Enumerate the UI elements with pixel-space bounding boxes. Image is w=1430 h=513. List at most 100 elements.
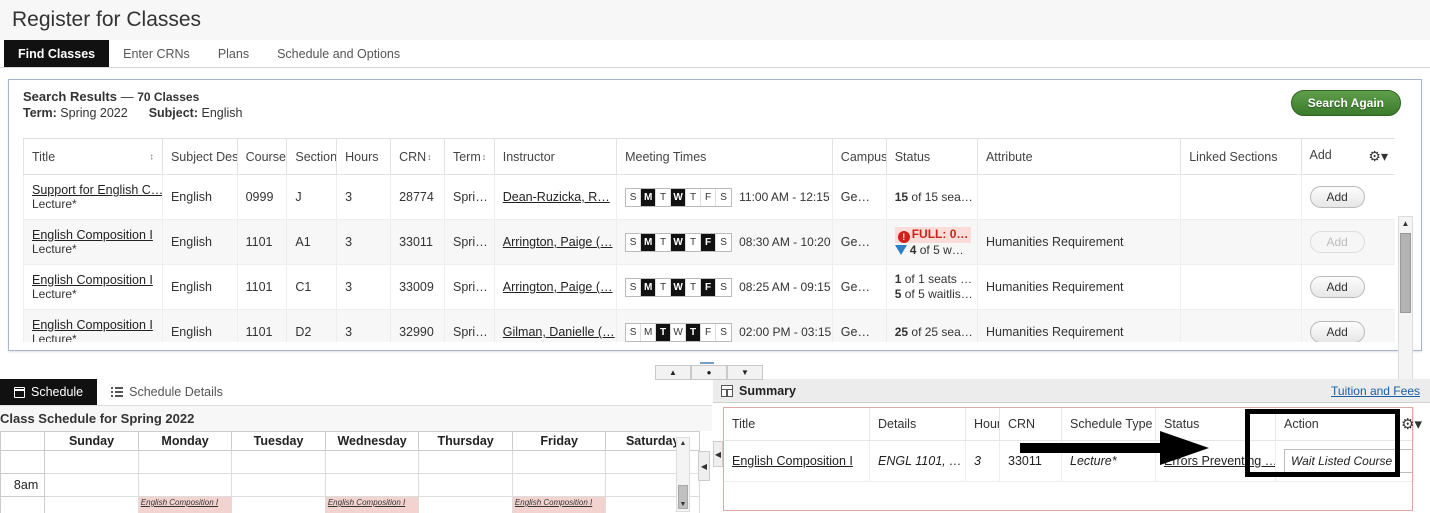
col-linked-sections[interactable]: Linked Sections xyxy=(1180,138,1302,175)
splitter-restore-button[interactable]: ● xyxy=(691,365,727,380)
schedule-empty-cell xyxy=(44,496,139,513)
add-button[interactable]: Add xyxy=(1309,186,1365,208)
cell-course-number: 1101 xyxy=(236,309,288,342)
col-status[interactable]: Status xyxy=(885,138,978,175)
schedule-event-cell[interactable]: English Composition I xyxy=(511,496,607,513)
tuition-and-fees-link[interactable]: Tuition and Fees xyxy=(1331,384,1420,398)
cell-subject: English xyxy=(161,309,238,342)
splitter-collapse-up-button[interactable]: ▲ xyxy=(655,365,691,380)
col-instructor[interactable]: Instructor xyxy=(493,138,618,175)
col-campus[interactable]: Campus xyxy=(831,138,887,175)
instructor-link[interactable]: Dean-Ruzicka, R… xyxy=(503,190,610,204)
gear-icon[interactable]: ⚙▾ xyxy=(1368,148,1388,165)
schedule-event-cell[interactable]: English Composition I xyxy=(137,496,233,513)
cell-term: Spri… xyxy=(443,219,495,265)
scroll-up-icon[interactable]: ▲ xyxy=(1399,217,1412,231)
day-3: W xyxy=(671,278,687,296)
tab-schedule-and-options[interactable]: Schedule and Options xyxy=(263,40,414,67)
schedule-collapse-handle[interactable]: ◀ xyxy=(698,451,710,481)
cell-title: English Composition I Lecture* xyxy=(23,264,163,310)
col-meeting-times-label: Meeting Times xyxy=(625,149,707,164)
meeting-days: SMTWTFS xyxy=(625,232,733,252)
schedule-event-label[interactable]: English Composition I xyxy=(139,497,232,508)
schedule-scroll-up-icon[interactable]: ▲ xyxy=(677,438,689,450)
col-hours[interactable]: Hours xyxy=(336,138,392,175)
col-subject-descr[interactable]: Subject Descr▼ xyxy=(161,138,238,175)
summary-col-details[interactable]: Details xyxy=(869,407,966,441)
summary-cell-hours: 3 xyxy=(965,440,1000,482)
schedule-event-label[interactable]: English Composition I xyxy=(513,497,606,508)
course-title-link[interactable]: Support for English C… xyxy=(32,183,161,197)
summary-collapse-handle[interactable]: ◀ xyxy=(713,441,723,467)
col-course-number-label: Course N xyxy=(245,149,286,164)
col-section[interactable]: Section▲ xyxy=(286,138,338,175)
corner-cell xyxy=(0,431,46,451)
course-title-link[interactable]: English Composition I xyxy=(32,228,153,242)
cell-linked-sections xyxy=(1180,264,1302,310)
col-crn[interactable]: CRN↕ xyxy=(390,138,445,175)
schedule-day-header-tuesday: Tuesday xyxy=(231,431,326,451)
action-select[interactable]: Wait Listed Course▼ xyxy=(1284,449,1413,473)
summary-col-title[interactable]: Title xyxy=(723,407,870,441)
cell-add[interactable]: Add xyxy=(1300,309,1395,342)
summary-col-action[interactable]: Action xyxy=(1275,407,1414,441)
add-button[interactable]: Add xyxy=(1309,321,1365,342)
instructor-link[interactable]: Arrington, Paige (… xyxy=(503,280,613,294)
col-add[interactable]: Add ⚙▾ xyxy=(1300,138,1395,175)
day-1: M xyxy=(641,323,657,341)
schedule-empty-cell xyxy=(231,496,326,513)
add-button[interactable]: Add xyxy=(1309,276,1365,298)
schedule-event-cell[interactable]: English Composition I xyxy=(324,496,420,513)
tab-schedule[interactable]: Schedule xyxy=(0,379,98,405)
cell-course-number: 0999 xyxy=(236,174,288,220)
sort-icon-title[interactable]: ↕ xyxy=(149,152,154,161)
instructor-link[interactable]: Gilman, Danielle (… xyxy=(503,325,615,339)
day-4: T xyxy=(686,233,702,251)
course-title-link[interactable]: English Composition I xyxy=(32,273,153,287)
cell-title: English Composition I Lecture* xyxy=(23,309,163,342)
tab-find-classes[interactable]: Find Classes xyxy=(4,40,110,67)
col-attribute[interactable]: Attribute xyxy=(976,138,1182,175)
col-course-number[interactable]: Course N▲ xyxy=(236,138,288,175)
col-term[interactable]: Term↕ xyxy=(443,138,495,175)
cell-add[interactable]: Add xyxy=(1300,174,1395,220)
tab-plans[interactable]: Plans xyxy=(204,40,263,67)
col-title[interactable]: Title ↕ xyxy=(23,138,163,175)
splitter-collapse-down-button[interactable]: ▼ xyxy=(727,365,763,380)
cell-section: D2 xyxy=(286,309,338,342)
sort-icon-crn[interactable]: ↕ xyxy=(427,152,432,162)
cell-add[interactable]: Add xyxy=(1300,219,1395,265)
col-term-label: Term xyxy=(452,149,481,164)
status-badge-full: ! FULL: 0… xyxy=(894,226,972,243)
scroll-thumb[interactable] xyxy=(1400,233,1411,313)
schedule-vertical-scrollbar[interactable]: ▲ ▼ xyxy=(676,437,690,512)
tab-schedule-details[interactable]: Schedule Details xyxy=(97,379,237,405)
schedule-empty-cell xyxy=(231,450,326,474)
summary-title: Summary xyxy=(739,383,796,398)
summary-gear-icon[interactable]: ⚙▾ xyxy=(1401,415,1422,433)
schedule-event-label[interactable]: English Composition I xyxy=(326,497,419,508)
day-0: S xyxy=(626,188,642,206)
meeting-days: SMTWTFS xyxy=(625,322,733,342)
heading-dash: — xyxy=(120,89,134,104)
col-meeting-times[interactable]: Meeting Times xyxy=(616,138,833,175)
summary-col-hours[interactable]: Hours xyxy=(965,407,1000,441)
course-title-link[interactable]: English Composition I xyxy=(32,318,153,332)
tab-enter-crns[interactable]: Enter CRNs xyxy=(109,40,204,67)
cell-term: Spri… xyxy=(443,174,495,220)
sort-icon-term[interactable]: ↕ xyxy=(482,152,487,162)
schedule-scroll-down-icon[interactable]: ▼ xyxy=(677,499,689,511)
results-table: Title ↕ Subject Descr▼ Course N▲ Section▲… xyxy=(23,138,1395,342)
summary-cell-title[interactable]: English Composition I xyxy=(723,440,870,482)
cell-add[interactable]: Add xyxy=(1300,264,1395,310)
course-subtitle: Lecture* xyxy=(32,332,77,342)
summary-cell-action[interactable]: Wait Listed Course▼ xyxy=(1275,440,1414,482)
day-4: T xyxy=(686,323,702,341)
summary-header: Summary Tuition and Fees xyxy=(713,379,1430,403)
instructor-link[interactable]: Arrington, Paige (… xyxy=(503,235,613,249)
summary-title-group: Summary xyxy=(721,384,796,398)
schedule-caption: Class Schedule for Spring 2022 xyxy=(0,406,712,431)
summary-title-link[interactable]: English Composition I xyxy=(732,454,853,468)
page-header: Register for Classes xyxy=(0,0,1430,40)
search-again-button[interactable]: Search Again xyxy=(1290,90,1401,116)
